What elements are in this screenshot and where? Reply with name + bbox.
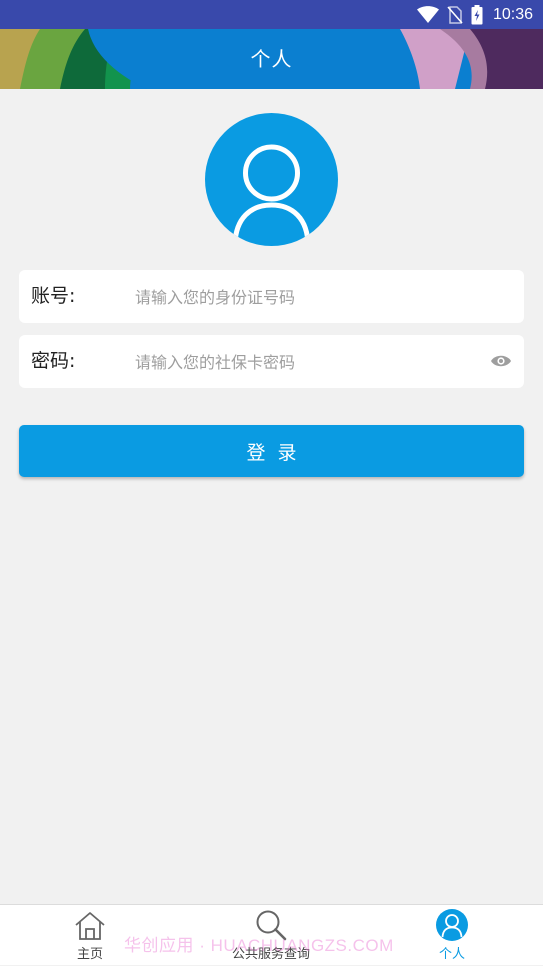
account-input[interactable]	[133, 270, 487, 325]
user-avatar-icon	[232, 144, 311, 246]
nav-item-personal[interactable]: 个人	[392, 905, 512, 966]
eye-icon[interactable]	[490, 353, 512, 369]
battery-icon	[471, 4, 483, 24]
account-field: 账号:	[19, 270, 524, 325]
password-input[interactable]	[133, 335, 487, 390]
nav-label-personal: 个人	[438, 947, 465, 962]
status-bar: 10:36	[0, 0, 543, 29]
status-time: 10:36	[492, 5, 533, 23]
home-icon	[75, 912, 105, 940]
nav-label-home: 主页	[76, 947, 103, 962]
password-field: 密码:	[19, 335, 524, 390]
watermark: 华创应用 · HUACHUANGZS.COM	[124, 936, 394, 955]
account-label: 账号:	[31, 285, 76, 307]
page-title: 个人	[250, 47, 293, 71]
password-label: 密码:	[31, 350, 76, 372]
avatar	[205, 113, 338, 246]
no-sim-icon	[447, 5, 463, 24]
header-banner: 个人	[0, 29, 543, 89]
person-icon	[436, 909, 468, 941]
login-button[interactable]: 登录	[19, 425, 524, 477]
wifi-icon	[416, 5, 439, 23]
